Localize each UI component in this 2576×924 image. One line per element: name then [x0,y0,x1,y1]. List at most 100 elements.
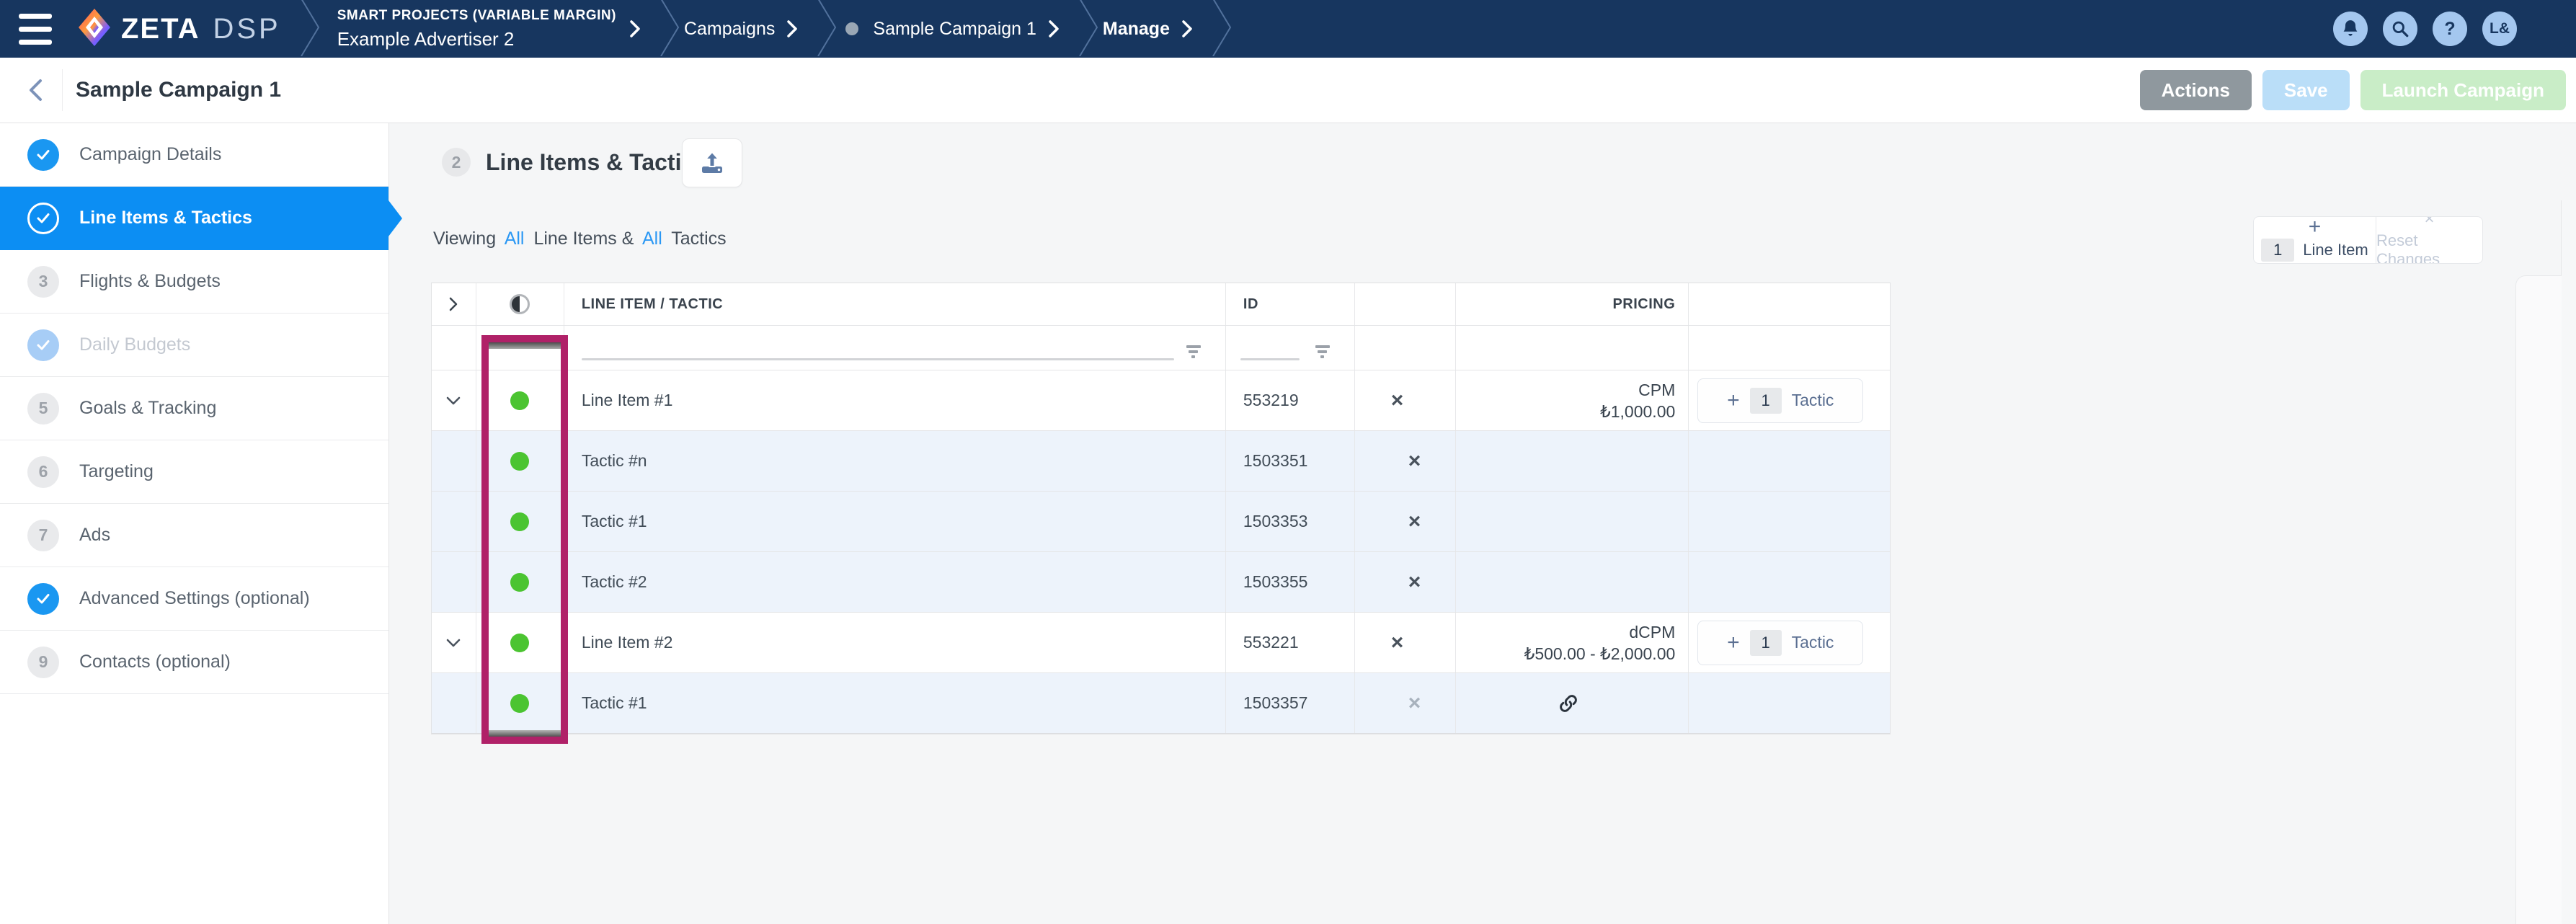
check-circle-icon [27,583,59,615]
pricing-column-header[interactable]: PRICING [1456,283,1689,325]
notifications-bell-icon[interactable] [2333,12,2368,46]
collapsed-right-panel-card [2515,275,2562,924]
breadcrumb-divider [1212,0,1232,60]
step-number-badge: 3 [27,266,59,298]
step-number-badge: 5 [27,393,59,425]
check-circle-light-icon [27,329,59,361]
launch-campaign-button[interactable]: Launch Campaign [2360,70,2566,110]
reset-changes-button[interactable]: × Reset Changes [2376,217,2482,263]
chevron-right-icon [448,296,458,312]
breadcrumb-divider [659,0,680,60]
expand-toggle[interactable] [432,613,476,672]
sidebar-item-label: Campaign Details [79,144,221,165]
line-item-id: 553221 [1243,633,1299,652]
actions-button[interactable]: Actions [2140,70,2252,110]
pricing-cell[interactable]: CPM ₺1,000.00 [1600,379,1675,422]
id-filter-input[interactable] [1240,358,1300,360]
sidebar-item-goals-tracking[interactable]: 5 Goals & Tracking [0,377,388,440]
status-column-header[interactable] [476,283,564,325]
viewing-mid: Line Items & [533,228,634,249]
delete-column-header [1355,283,1456,325]
table-row-line-item: Line Item #2 553221 × dCPM ₺500.00 - ₺2,… [432,613,1890,673]
line-item-name[interactable]: Line Item #2 [582,633,673,652]
header-divider [62,69,63,111]
back-arrow-icon[interactable] [27,78,43,102]
sidebar-item-daily-budgets[interactable]: Daily Budgets [0,314,388,377]
breadcrumb-campaigns[interactable]: Campaigns [684,19,798,40]
breadcrumb-campaign[interactable]: Sample Campaign 1 [841,19,1060,40]
user-avatar[interactable]: L& [2482,12,2517,46]
status-dot-green [510,512,529,531]
status-dot-green [510,694,529,713]
filter-icon[interactable] [1315,345,1330,358]
tactic-name[interactable]: Tactic #n [582,451,647,471]
pricing-type: dCPM [1629,623,1675,641]
viewing-all-line-items-link[interactable]: All [505,228,525,249]
breadcrumb-campaigns-label: Campaigns [684,19,775,40]
sidebar-item-advanced-settings[interactable]: Advanced Settings (optional) [0,567,388,631]
plus-icon[interactable]: + [1727,391,1740,411]
check-circle-icon [27,139,59,171]
tactic-id: 1503355 [1243,572,1308,592]
tactic-name[interactable]: Tactic #1 [582,512,647,531]
plus-icon: + [2309,218,2322,236]
tactic-name[interactable]: Tactic #1 [582,693,647,713]
table-row-tactic: Tactic #1 1503353 × [432,492,1890,552]
sidebar-item-flights-budgets[interactable]: 3 Flights & Budgets [0,250,388,314]
chevron-right-icon [629,19,641,38]
sidebar-item-line-items-tactics[interactable]: Line Items & Tactics [0,187,388,250]
id-column-header[interactable]: ID [1226,283,1355,325]
add-tactic-stepper[interactable]: + 1 Tactic [1697,378,1863,423]
expand-toggle[interactable] [432,370,476,430]
filter-icon[interactable] [1186,345,1201,358]
pricing-cell[interactable]: dCPM ₺500.00 - ₺2,000.00 [1524,621,1676,665]
brand-zeta: ZETA [121,13,200,45]
add-line-item-button[interactable]: + 1 Line Item [2254,217,2376,263]
sidebar-item-label: Ads [79,525,110,546]
tactics-column-header [1689,283,1890,325]
tactic-count-box[interactable]: 1 [1750,630,1782,656]
sidebar-item-targeting[interactable]: 6 Targeting [0,440,388,504]
sidebar-item-contacts[interactable]: 9 Contacts (optional) [0,631,388,694]
delete-icon[interactable]: × [1408,573,1421,592]
save-button[interactable]: Save [2262,70,2350,110]
help-icon[interactable]: ? [2433,12,2467,46]
chevron-right-icon [786,19,798,38]
sidebar-item-campaign-details[interactable]: Campaign Details [0,123,388,187]
link-icon[interactable] [1557,692,1580,715]
tactic-id: 1503351 [1243,451,1308,471]
viewing-all-tactics-link[interactable]: All [642,228,662,249]
plus-icon[interactable]: + [1727,633,1740,653]
breadcrumb-manage[interactable]: Manage [1103,19,1193,40]
sidebar-item-label: Contacts (optional) [79,652,231,672]
step-number-badge: 6 [27,456,59,488]
hamburger-menu-icon[interactable] [19,14,52,45]
collapse-all-toggle[interactable] [432,283,476,325]
delete-icon[interactable]: × [1391,634,1404,652]
breadcrumb-divider [1078,0,1098,60]
zeta-logo-icon [78,8,111,50]
delete-icon[interactable]: × [1391,391,1404,410]
name-column-header[interactable]: LINE ITEM / TACTIC [564,283,1226,325]
pricing-value: ₺500.00 - ₺2,000.00 [1524,644,1676,663]
sidebar-item-label: Goals & Tracking [79,398,216,419]
search-icon[interactable] [2383,12,2417,46]
status-dot-green [510,634,529,652]
name-filter-input[interactable] [582,358,1174,360]
add-tactic-stepper[interactable]: + 1 Tactic [1697,621,1863,665]
line-item-count-box[interactable]: 1 [2261,239,2294,262]
collapsed-right-panel-edge [2561,200,2576,924]
line-item-name[interactable]: Line Item #1 [582,391,673,410]
delete-icon[interactable]: × [1408,452,1421,471]
breadcrumb-advertiser[interactable]: SMART PROJECTS (VARIABLE MARGIN) Example… [337,8,641,50]
top-navbar: ZETA DSP SMART PROJECTS (VARIABLE MARGIN… [0,0,2576,58]
tactic-name[interactable]: Tactic #2 [582,572,647,592]
table-row-tactic: Tactic #2 1503355 × [432,552,1890,613]
viewing-suffix: Tactics [671,228,726,249]
delete-icon[interactable]: × [1408,512,1421,531]
upload-button[interactable] [682,138,742,187]
sidebar-item-label: Flights & Budgets [79,271,221,292]
delete-icon[interactable]: × [1408,694,1421,713]
sidebar-item-ads[interactable]: 7 Ads [0,504,388,567]
tactic-count-box[interactable]: 1 [1750,388,1782,414]
